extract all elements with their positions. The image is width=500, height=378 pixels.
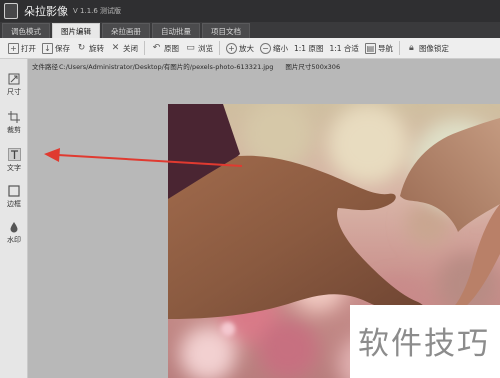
sidebar-item-text[interactable]: 文字 [0, 148, 28, 173]
close-button[interactable]: ✕ 关闭 [110, 40, 138, 57]
toolbar-divider [219, 41, 220, 55]
zoom-out-button[interactable]: − 缩小 [260, 40, 288, 57]
sidebar-item-label: 尺寸 [7, 88, 21, 96]
image-size-label: 图片尺寸 [285, 63, 312, 71]
sidebar-item-label: 裁剪 [7, 126, 21, 134]
open-label: 打开 [21, 43, 36, 53]
text-icon [7, 148, 21, 161]
browse-button[interactable]: ▭ 浏览 [185, 40, 213, 57]
browse-label: 浏览 [198, 43, 213, 53]
app-version: V 1.1.6 测试版 [73, 7, 122, 15]
lock-button[interactable]: 🔒︎ 图像锁定 [406, 40, 449, 57]
navigator-icon: ▤ [364, 42, 376, 54]
navigate-label: 导航 [377, 43, 393, 53]
zoom-out-label: 缩小 [273, 43, 288, 53]
border-icon [8, 184, 21, 197]
tab-color-mode[interactable]: 调色模式 [2, 23, 50, 38]
zoom-in-icon: + [226, 42, 237, 54]
file-path-label: 文件路径 [32, 63, 58, 71]
file-info-bar: 文件路径C:/Users/Administrator/Desktop/有图片的/… [28, 61, 500, 74]
actual-size-button[interactable]: 1:1 原图 [294, 43, 323, 54]
download-icon: ↓ [42, 42, 53, 54]
lock-label: 图像锁定 [418, 43, 449, 53]
undo-icon: ↶ [152, 43, 161, 53]
title-bar: 朵拉影像 V 1.1.6 测试版 [0, 0, 500, 22]
zoom-in-button[interactable]: + 放大 [226, 40, 254, 57]
fit-button[interactable]: 1:1 合适 [329, 43, 358, 54]
sidebar-item-crop[interactable]: 裁剪 [0, 110, 28, 135]
rotate-button[interactable]: ↻ 旋转 [76, 40, 104, 57]
tab-album[interactable]: 朵拉画册 [102, 23, 150, 38]
close-icon: ✕ [111, 43, 120, 53]
app-title: 朵拉影像 [24, 5, 68, 18]
app-logo-icon [4, 3, 18, 19]
image-size: 500x306 [311, 63, 341, 71]
sidebar-item-label: 文字 [7, 164, 21, 172]
sidebar-item-border[interactable]: 边框 [0, 184, 28, 209]
rotate-icon: ↻ [77, 43, 86, 53]
toolbar-divider [144, 41, 145, 55]
folder-icon: ▭ [186, 43, 195, 53]
save-label: 保存 [55, 43, 70, 53]
original-label: 原图 [164, 43, 179, 53]
zoom-out-icon: − [260, 42, 271, 54]
toolbar: + 打开 ↓ 保存 ↻ 旋转 ✕ 关闭 ↶ 原图 ▭ 浏览 + 放大 − 缩小 … [0, 38, 500, 59]
tab-bar: 调色模式 图片编辑 朵拉画册 自动批量 项目文档 [0, 22, 500, 38]
sidebar-item-label: 边框 [7, 200, 21, 208]
zoom-in-label: 放大 [239, 43, 254, 53]
resize-icon [8, 72, 21, 85]
sidebar-item-watermark[interactable]: 水印 [0, 220, 28, 245]
crop-icon [8, 110, 21, 123]
tool-sidebar: 尺寸 裁剪 文字 边框 水印 [0, 59, 28, 378]
plus-icon: + [8, 42, 19, 54]
navigate-button[interactable]: ▤ 导航 [364, 40, 393, 57]
toolbar-divider [398, 41, 400, 55]
open-button[interactable]: + 打开 [8, 40, 36, 57]
lock-icon: 🔒︎ [409, 43, 414, 53]
save-button[interactable]: ↓ 保存 [42, 40, 70, 57]
rotate-label: 旋转 [89, 43, 104, 53]
sidebar-item-resize[interactable]: 尺寸 [0, 72, 28, 97]
file-path: C:/Users/Administrator/Desktop/有图片的/pexe… [59, 63, 274, 71]
close-label: 关闭 [123, 43, 138, 53]
original-button[interactable]: ↶ 原图 [151, 40, 179, 57]
tab-project-docs[interactable]: 项目文档 [202, 23, 250, 38]
sidebar-item-label: 水印 [7, 236, 21, 244]
watermark-icon [8, 220, 21, 233]
watermark-text: 软件技巧 [358, 326, 490, 362]
app-window: 朵拉影像 V 1.1.6 测试版 调色模式 图片编辑 朵拉画册 自动批量 项目文… [0, 0, 500, 378]
tab-image-edit[interactable]: 图片编辑 [52, 23, 100, 38]
tab-auto-batch[interactable]: 自动批量 [152, 23, 200, 38]
